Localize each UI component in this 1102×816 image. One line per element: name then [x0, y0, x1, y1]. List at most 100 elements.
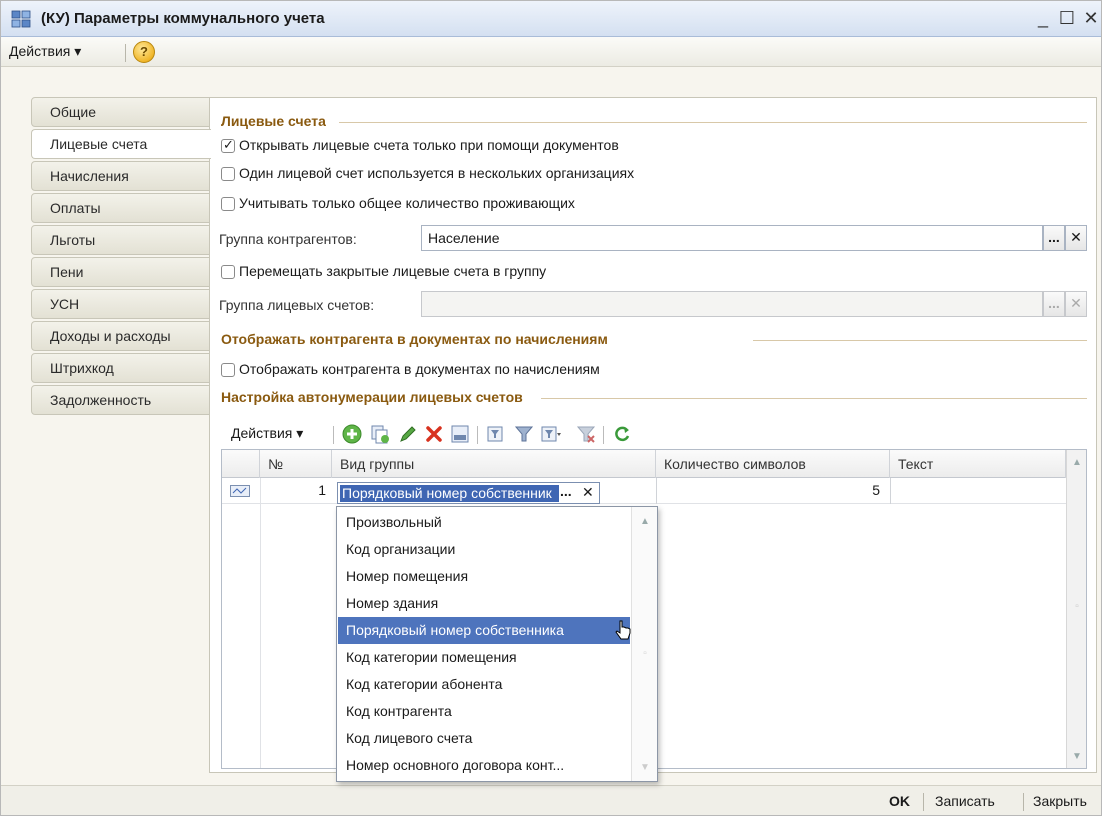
section-divider	[541, 398, 1087, 399]
section-title-autonumber: Настройка автонумерации лицевых счетов	[221, 389, 523, 405]
actions-menu[interactable]: Действия ▾	[9, 43, 81, 60]
maximize-button[interactable]: ☐	[1055, 5, 1079, 31]
tab-general[interactable]: Общие	[31, 97, 211, 127]
account-group-clear-button[interactable]: ✕	[1065, 291, 1087, 317]
account-group-select-button[interactable]: ...	[1043, 291, 1065, 317]
checkbox-multi-org[interactable]	[221, 167, 235, 181]
tab-charges[interactable]: Начисления	[31, 161, 211, 191]
tab-debt[interactable]: Задолженность	[31, 385, 211, 415]
cell-divider	[890, 478, 891, 504]
scroll-thumb-icon[interactable]: ▫	[1070, 600, 1084, 614]
edit-icon[interactable]	[397, 423, 419, 445]
section-title-show-contractor: Отображать контрагента в документах по н…	[221, 331, 608, 347]
checkbox-multi-org-label: Один лицевой счет используется в несколь…	[239, 165, 635, 181]
dropdown-item[interactable]: Номер основного договора конт...	[338, 752, 630, 779]
table-actions-menu[interactable]: Действия ▾	[231, 425, 303, 442]
filter-icon[interactable]	[513, 423, 535, 445]
dropdown-item[interactable]: Код категории абонента	[338, 671, 630, 698]
copy-icon[interactable]	[369, 423, 391, 445]
tab-income-expenses[interactable]: Доходы и расходы	[31, 321, 211, 351]
tab-penalties[interactable]: Пени	[31, 257, 211, 287]
dropdown-item[interactable]: Номер помещения	[338, 563, 630, 590]
group-type-clear-button[interactable]: ✕	[582, 484, 594, 501]
column-divider	[260, 478, 261, 768]
header-text[interactable]: Текст	[890, 450, 1066, 478]
table-row[interactable]: 1 Порядковый номер собственник ... ✕ 5	[222, 478, 1066, 504]
footer-separator	[1023, 793, 1024, 811]
tab-accounts[interactable]: Лицевые счета	[31, 129, 211, 159]
contractor-group-label: Группа контрагентов:	[219, 231, 357, 247]
row-number: 1	[318, 482, 326, 498]
help-icon[interactable]: ?	[133, 41, 155, 63]
header-icon-column	[222, 450, 260, 478]
dropdown-scroll-down-icon[interactable]: ▼	[638, 761, 652, 775]
checkbox-move-closed-label: Перемещать закрытые лицевые счета в груп…	[239, 263, 547, 279]
scroll-up-icon[interactable]: ▲	[1070, 456, 1084, 470]
save-button[interactable]: Записать	[935, 793, 995, 809]
add-icon[interactable]	[341, 423, 363, 445]
header-group-type[interactable]: Вид группы	[332, 450, 656, 478]
toolbar-separator	[477, 426, 478, 444]
dropdown-item[interactable]: Код организации	[338, 536, 630, 563]
checkbox-total-residents-label: Учитывать только общее количество прожив…	[239, 195, 575, 211]
dropdown-scroll-thumb-icon[interactable]: ▫	[638, 647, 652, 661]
contractor-group-clear-button[interactable]: ✕	[1065, 225, 1087, 251]
title-bar: (КУ) Параметры коммунального учета _ ☐ ✕	[1, 1, 1101, 37]
delete-icon[interactable]	[423, 423, 445, 445]
cell-divider	[656, 478, 657, 504]
tab-usn[interactable]: УСН	[31, 289, 211, 319]
checkbox-move-closed[interactable]	[221, 265, 235, 279]
menu-separator	[125, 44, 126, 62]
checkbox-show-contractor-label: Отображать контрагента в документах по н…	[239, 361, 600, 377]
group-type-value: Порядковый номер собственник	[340, 485, 559, 502]
row-char-count: 5	[872, 482, 880, 498]
end-edit-icon[interactable]	[449, 423, 471, 445]
scroll-down-icon[interactable]: ▼	[1070, 750, 1084, 764]
contractor-group-input[interactable]: Население	[421, 225, 1043, 251]
dropdown-item[interactable]: Код категории помещения	[338, 644, 630, 671]
dropdown-item-selected[interactable]: Порядковый номер собственника	[338, 617, 630, 644]
header-char-count[interactable]: Количество символов	[656, 450, 890, 478]
group-type-dropdown[interactable]: Произвольный Код организации Номер помещ…	[336, 506, 658, 782]
filter-list-icon[interactable]	[485, 423, 507, 445]
clear-filter-icon[interactable]	[575, 423, 597, 445]
account-group-label: Группа лицевых счетов:	[219, 297, 375, 313]
tab-benefits[interactable]: Льготы	[31, 225, 211, 255]
toolbar-separator	[333, 426, 334, 444]
menu-bar: Действия ▾ ?	[1, 37, 1101, 67]
close-button[interactable]: Закрыть	[1033, 793, 1087, 809]
footer-separator	[923, 793, 924, 811]
tab-payments[interactable]: Оплаты	[31, 193, 211, 223]
close-window-button[interactable]: ✕	[1079, 5, 1102, 31]
ok-button[interactable]: OK	[889, 793, 910, 809]
refresh-icon[interactable]	[611, 423, 633, 445]
app-icon	[11, 10, 31, 28]
mouse-cursor-icon	[615, 620, 631, 640]
dropdown-item[interactable]: Номер здания	[338, 590, 630, 617]
app-window: (КУ) Параметры коммунального учета _ ☐ ✕…	[0, 0, 1102, 816]
dropdown-item[interactable]: Код лицевого счета	[338, 725, 630, 752]
minimize-button[interactable]: _	[1031, 5, 1055, 31]
header-number[interactable]: №	[260, 450, 332, 478]
account-group-input[interactable]	[421, 291, 1043, 317]
dropdown-scroll-up-icon[interactable]: ▲	[638, 515, 652, 529]
filter-dropdown-icon[interactable]	[539, 423, 561, 445]
contractor-group-select-button[interactable]: ...	[1043, 225, 1065, 251]
checkbox-open-via-docs[interactable]	[221, 137, 235, 153]
group-type-editor[interactable]: Порядковый номер собственник ... ✕	[337, 482, 600, 504]
window-title: (КУ) Параметры коммунального учета	[41, 10, 325, 27]
dropdown-item[interactable]: Произвольный	[338, 509, 630, 536]
group-type-select-button[interactable]: ...	[560, 483, 572, 499]
dropdown-item[interactable]: Код контрагента	[338, 698, 630, 725]
checkbox-open-via-docs-label: Открывать лицевые счета только при помощ…	[239, 137, 619, 153]
section-divider	[753, 340, 1087, 341]
checkbox-total-residents[interactable]	[221, 197, 235, 211]
dialog-footer: OK Записать Закрыть	[1, 785, 1101, 815]
row-icon	[230, 485, 250, 497]
section-divider	[339, 122, 1087, 123]
tab-barcode[interactable]: Штрихкод	[31, 353, 211, 383]
toolbar-separator	[603, 426, 604, 444]
table-scrollbar[interactable]: ▲ ▫ ▼	[1066, 450, 1086, 768]
checkbox-show-contractor[interactable]	[221, 363, 235, 377]
table-header: № Вид группы Количество символов Текст	[222, 450, 1086, 478]
